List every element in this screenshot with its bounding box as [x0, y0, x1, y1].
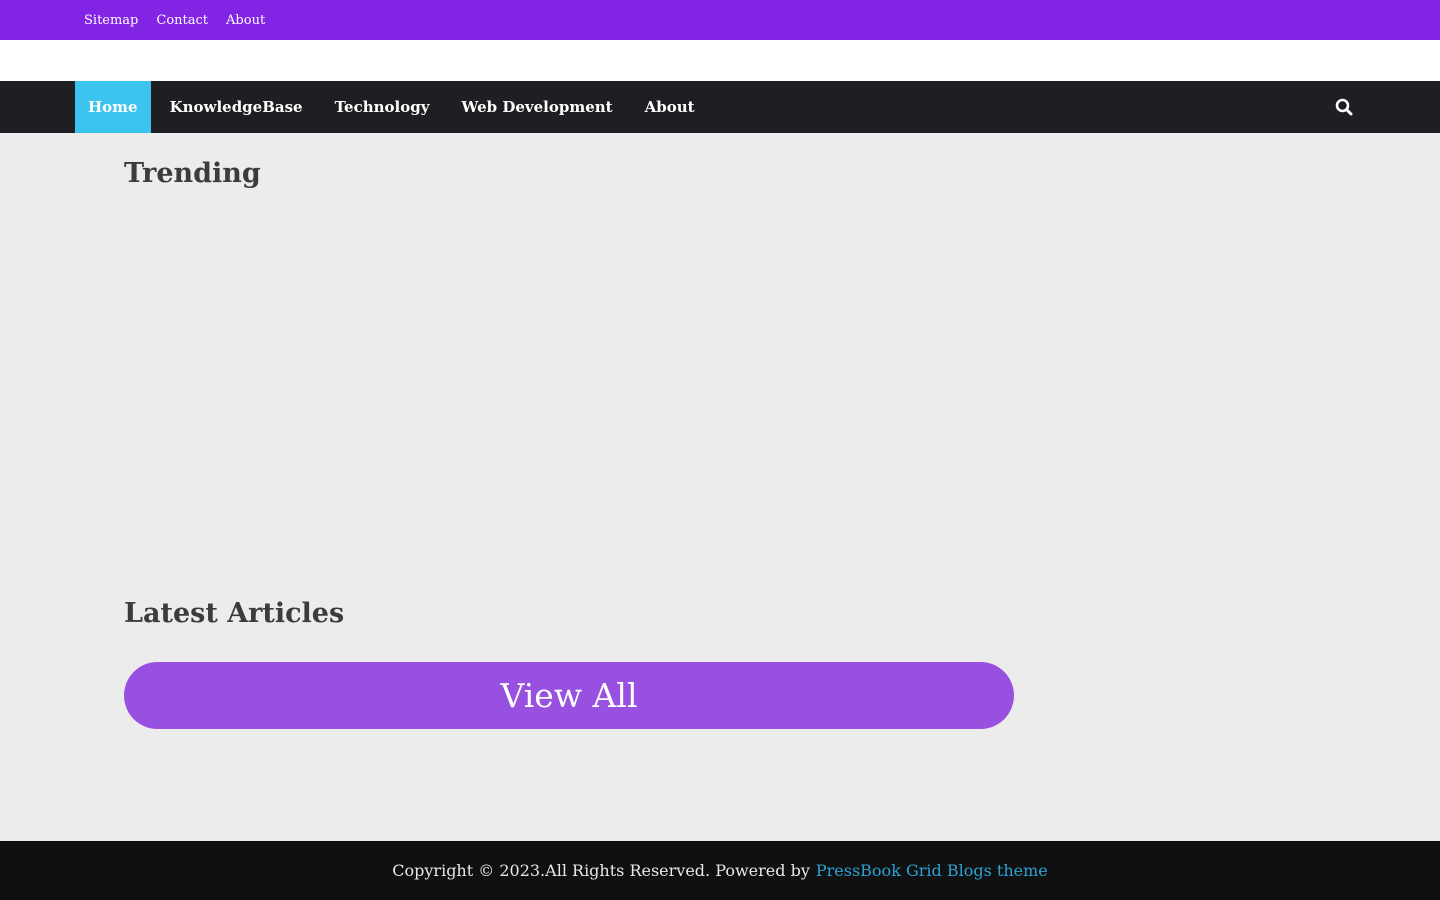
nav-item-about[interactable]: About	[629, 81, 711, 133]
trending-title: Trending	[124, 158, 261, 189]
nav-item-technology[interactable]: Technology	[319, 81, 446, 133]
view-all-button[interactable]: View All	[124, 662, 1014, 729]
topbar-link-sitemap[interactable]: Sitemap	[84, 13, 138, 28]
topbar-link-contact[interactable]: Contact	[156, 13, 208, 28]
footer-theme-link[interactable]: PressBook Grid Blogs theme	[816, 861, 1048, 880]
nav-item-web-development[interactable]: Web Development	[445, 81, 628, 133]
nav-item-knowledgebase[interactable]: KnowledgeBase	[151, 81, 319, 133]
top-bar: Sitemap Contact About	[0, 0, 1440, 40]
search-button[interactable]	[1330, 95, 1358, 119]
main-navigation: Home KnowledgeBase Technology Web Develo…	[0, 81, 1440, 133]
footer: Copyright © 2023.All Rights Reserved. Po…	[0, 841, 1440, 900]
footer-copyright: Copyright © 2023.All Rights Reserved. Po…	[392, 861, 810, 880]
topbar-link-about[interactable]: About	[226, 13, 265, 28]
nav-menu: Home KnowledgeBase Technology Web Develo…	[75, 81, 711, 133]
header-spacer	[0, 40, 1440, 81]
latest-articles-title: Latest Articles	[124, 598, 345, 629]
nav-item-home[interactable]: Home	[75, 81, 151, 133]
search-icon	[1335, 98, 1353, 116]
